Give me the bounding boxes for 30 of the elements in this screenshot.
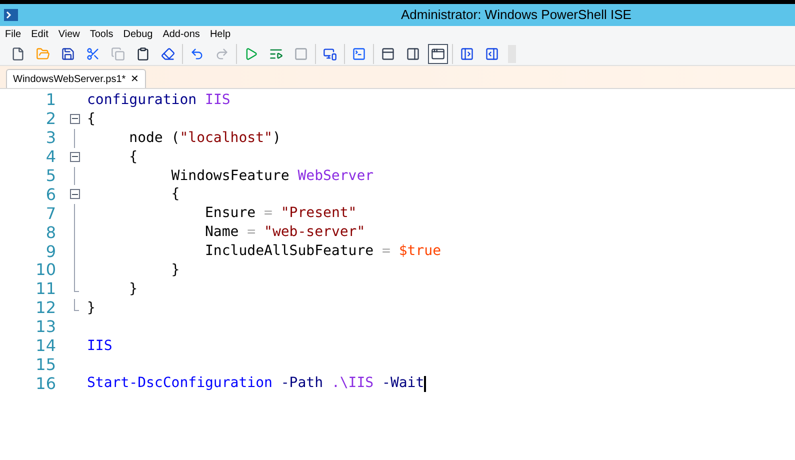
- code-line: {: [170, 185, 180, 204]
- tab-label: WindowsWebServer.ps1*: [13, 72, 126, 86]
- menu-item[interactable]: Debug: [123, 26, 153, 42]
- code-line: Ensure = "Present": [204, 204, 357, 224]
- code-line: IncludeAllSubFeature = $true: [204, 242, 442, 262]
- menu-item[interactable]: Edit: [31, 26, 48, 42]
- layout-max-icon[interactable]: [428, 44, 448, 64]
- menu-item[interactable]: Add-ons: [162, 26, 200, 42]
- window-title: Administrator: Windows PowerShell ISE: [401, 6, 632, 24]
- code-line: }: [128, 280, 138, 299]
- code-line: node ("localhost"): [128, 128, 281, 148]
- powershell-icon: [4, 9, 18, 21]
- code-line: Name = "web-server": [204, 223, 366, 242]
- code-line: {: [87, 110, 96, 129]
- collapse-icon[interactable]: [70, 114, 80, 124]
- file-tab[interactable]: WindowsWebServer.ps1* ✕: [6, 69, 146, 88]
- code-line: WindowsFeature WebServer: [170, 166, 374, 186]
- collapse-icon[interactable]: [70, 152, 80, 162]
- menu-item[interactable]: Tools: [90, 26, 114, 42]
- code-line: IIS: [87, 336, 112, 356]
- menu-item[interactable]: View: [58, 26, 80, 42]
- code-line: configuration IIS: [87, 90, 230, 110]
- menu-item[interactable]: Help: [210, 26, 231, 42]
- code-line: }: [170, 260, 180, 280]
- menu-item[interactable]: File: [5, 26, 22, 42]
- collapse-icon[interactable]: [70, 189, 80, 200]
- close-button[interactable]: ✕: [130, 72, 139, 86]
- code-line: }: [87, 298, 96, 318]
- code-line: {: [128, 148, 138, 167]
- code-line: Start-DscConfiguration -Path .\IIS -Wait: [87, 374, 424, 394]
